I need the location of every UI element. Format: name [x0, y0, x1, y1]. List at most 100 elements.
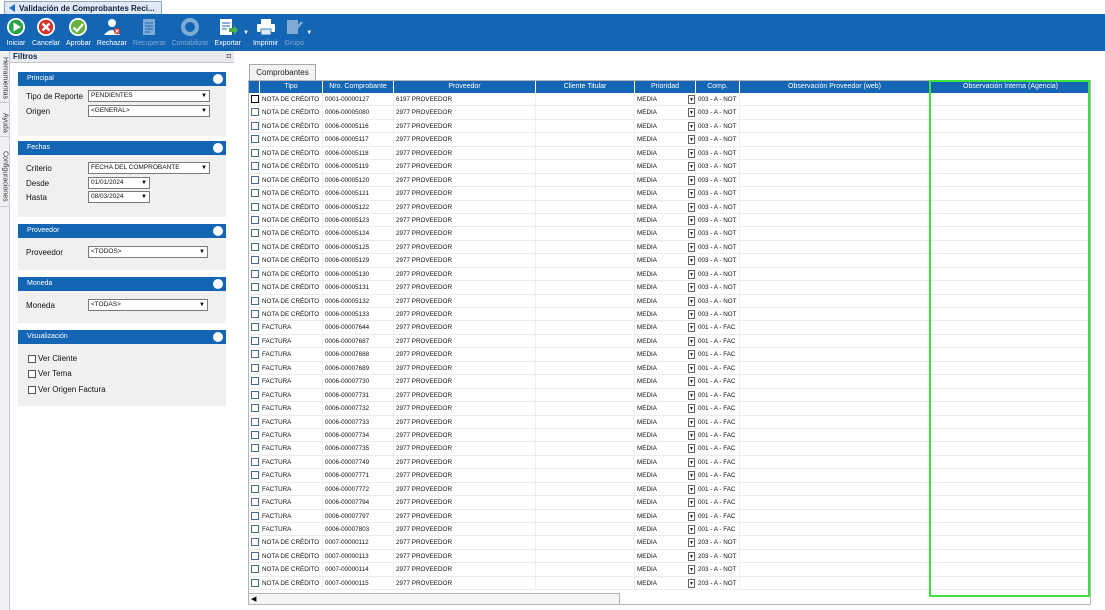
row-checkbox[interactable] — [251, 336, 259, 345]
chevron-down-icon[interactable]: ▼ — [688, 457, 695, 467]
row-checkbox[interactable] — [251, 215, 259, 224]
observacion-interna-cell[interactable] — [930, 187, 1090, 199]
prioridad-cell[interactable]: MEDIA ▼ — [635, 348, 696, 361]
collapse-icon[interactable] — [213, 143, 223, 153]
chevron-down-icon[interactable]: ▼ — [688, 525, 695, 534]
prioridad-cell[interactable]: MEDIA ▼ — [635, 187, 696, 200]
moneda-select[interactable]: <TODAS> ▼ — [88, 299, 208, 311]
row-checkbox[interactable] — [251, 525, 259, 533]
tab-comprobantes[interactable]: Comprobantes — [249, 64, 316, 80]
tipo-reporte-select[interactable]: PENDIENTES ▼ — [88, 90, 210, 102]
prioridad-cell[interactable]: MEDIA ▼ — [635, 334, 696, 348]
collapse-icon[interactable] — [213, 74, 223, 84]
table-row[interactable]: NOTA DE CRÉDITO 0006-00005129 2977 PROVEED… — [249, 254, 1090, 268]
observacion-interna-cell[interactable] — [930, 335, 1090, 347]
prioridad-cell[interactable]: MEDIA ▼ — [635, 254, 696, 267]
prioridad-cell[interactable]: MEDIA ▼ — [635, 160, 696, 173]
collapse-icon[interactable] — [213, 226, 223, 236]
ver-origen-factura-checkbox[interactable]: Ver Origen Factura — [28, 385, 106, 394]
header-tipo[interactable]: Tipo — [260, 81, 323, 93]
observacion-interna-cell[interactable] — [930, 106, 1090, 118]
prioridad-cell[interactable]: MEDIA ▼ — [635, 455, 696, 469]
table-row[interactable]: NOTA DE CRÉDITO 0006-00005118 2977 PROVEED… — [249, 146, 1090, 161]
criterio-select[interactable]: FECHA DEL COMPROBANTE ▼ — [88, 162, 210, 174]
prioridad-cell[interactable]: MEDIA ▼ — [635, 415, 696, 428]
chevron-down-icon[interactable]: ▼ — [688, 269, 695, 279]
chevron-down-icon[interactable]: ▼ — [688, 162, 695, 172]
chevron-down-icon[interactable]: ▼ — [688, 430, 695, 440]
chevron-down-icon[interactable]: ▼ — [688, 484, 695, 494]
row-checkbox[interactable] — [251, 175, 259, 184]
prioridad-cell[interactable]: MEDIA ▼ — [635, 200, 696, 213]
prioridad-cell[interactable]: MEDIA ▼ — [635, 213, 696, 227]
chevron-down-icon[interactable]: ▼ — [688, 565, 695, 575]
horizontal-scrollbar[interactable]: ◀ — [248, 593, 620, 605]
row-checkbox[interactable] — [251, 377, 259, 386]
chevron-down-icon[interactable]: ▼ — [688, 229, 695, 239]
observacion-interna-cell[interactable] — [930, 362, 1090, 374]
chevron-down-icon[interactable]: ▼ — [688, 363, 695, 373]
collapse-icon[interactable] — [213, 332, 223, 342]
grupo-dropdown-icon[interactable]: ▼ — [306, 30, 312, 36]
table-row[interactable]: NOTA DE CRÉDITO 0006-00005123 2977 PROVEED… — [249, 213, 1090, 228]
prioridad-cell[interactable]: MEDIA ▼ — [635, 402, 696, 415]
observacion-interna-cell[interactable] — [930, 469, 1090, 481]
observacion-interna-cell[interactable] — [930, 389, 1090, 401]
prioridad-cell[interactable]: MEDIA ▼ — [635, 509, 696, 522]
row-checkbox[interactable] — [251, 229, 259, 238]
observacion-interna-cell[interactable] — [930, 201, 1090, 213]
chevron-down-icon[interactable]: ▼ — [688, 323, 695, 333]
table-row[interactable]: NOTA DE CRÉDITO 0006-00005121 2977 PROVEED… — [249, 187, 1090, 201]
exportar-dropdown-icon[interactable]: ▼ — [243, 30, 249, 36]
prioridad-cell[interactable]: MEDIA ▼ — [635, 133, 696, 146]
row-checkbox[interactable] — [251, 404, 259, 413]
table-row[interactable]: NOTA DE CRÉDITO 0007-00000115 2977 PROVEED… — [249, 576, 1090, 591]
observacion-interna-cell[interactable] — [930, 133, 1090, 145]
chevron-down-icon[interactable]: ▼ — [688, 538, 695, 548]
table-row[interactable]: FACTURA 0006-00007771 2977 PROVEEDOR MEDIA ▼… — [249, 469, 1090, 483]
chevron-down-icon[interactable]: ▼ — [688, 202, 695, 212]
group-visualizacion-header[interactable]: Visualización — [18, 330, 226, 344]
prioridad-cell[interactable]: MEDIA ▼ — [635, 227, 696, 240]
table-row[interactable]: NOTA DE CRÉDITO 0006-00005124 2977 PROVEED… — [249, 227, 1090, 241]
chevron-down-icon[interactable]: ▼ — [688, 444, 695, 454]
row-checkbox[interactable] — [251, 578, 259, 587]
chevron-down-icon[interactable]: ▼ — [688, 256, 695, 266]
observacion-interna-cell[interactable] — [930, 160, 1090, 172]
prioridad-cell[interactable]: MEDIA ▼ — [635, 442, 696, 455]
observacion-interna-cell[interactable] — [930, 308, 1090, 320]
observacion-interna-cell[interactable] — [930, 321, 1090, 333]
table-row[interactable]: FACTURA 0006-00007689 2977 PROVEEDOR MEDIA ▼… — [249, 361, 1090, 376]
row-checkbox[interactable] — [251, 484, 259, 493]
collapse-icon[interactable] — [213, 279, 223, 289]
row-checkbox[interactable] — [251, 538, 259, 547]
rechazar-button[interactable]: Rechazar — [97, 14, 127, 47]
header-prioridad[interactable]: Prioridad — [635, 81, 696, 93]
group-fechas-header[interactable]: Fechas — [18, 141, 226, 155]
row-checkbox[interactable] — [251, 511, 259, 520]
observacion-interna-cell[interactable] — [930, 375, 1090, 387]
observacion-interna-cell[interactable] — [930, 563, 1090, 575]
row-checkbox[interactable] — [251, 148, 259, 157]
row-checkbox[interactable] — [251, 135, 259, 144]
row-checkbox[interactable] — [251, 242, 259, 251]
prioridad-cell[interactable]: MEDIA ▼ — [635, 173, 696, 187]
row-checkbox[interactable] — [251, 471, 259, 480]
table-row[interactable]: NOTA DE CRÉDITO 0006-00005125 2977 PROVEED… — [249, 240, 1090, 255]
row-checkbox[interactable] — [251, 121, 259, 130]
imprimir-button[interactable]: Imprimir — [253, 14, 278, 47]
row-checkbox[interactable] — [251, 95, 259, 103]
prioridad-cell[interactable]: MEDIA ▼ — [635, 308, 696, 321]
grupo-button[interactable]: Grupo — [284, 14, 304, 47]
table-row[interactable]: NOTA DE CRÉDITO 0007-00000113 2977 PROVEED… — [249, 549, 1090, 564]
chevron-down-icon[interactable]: ▼ — [688, 404, 695, 414]
contabilizar-button[interactable]: Contabilizar — [172, 14, 209, 47]
prioridad-cell[interactable]: MEDIA ▼ — [635, 267, 696, 281]
chevron-down-icon[interactable]: ▼ — [688, 108, 695, 118]
row-checkbox[interactable] — [251, 417, 259, 426]
observacion-interna-cell[interactable] — [930, 214, 1090, 226]
prioridad-cell[interactable]: MEDIA ▼ — [635, 119, 696, 133]
chevron-down-icon[interactable]: ▼ — [688, 511, 695, 521]
observacion-interna-cell[interactable] — [930, 120, 1090, 132]
observacion-interna-cell[interactable] — [930, 93, 1090, 105]
